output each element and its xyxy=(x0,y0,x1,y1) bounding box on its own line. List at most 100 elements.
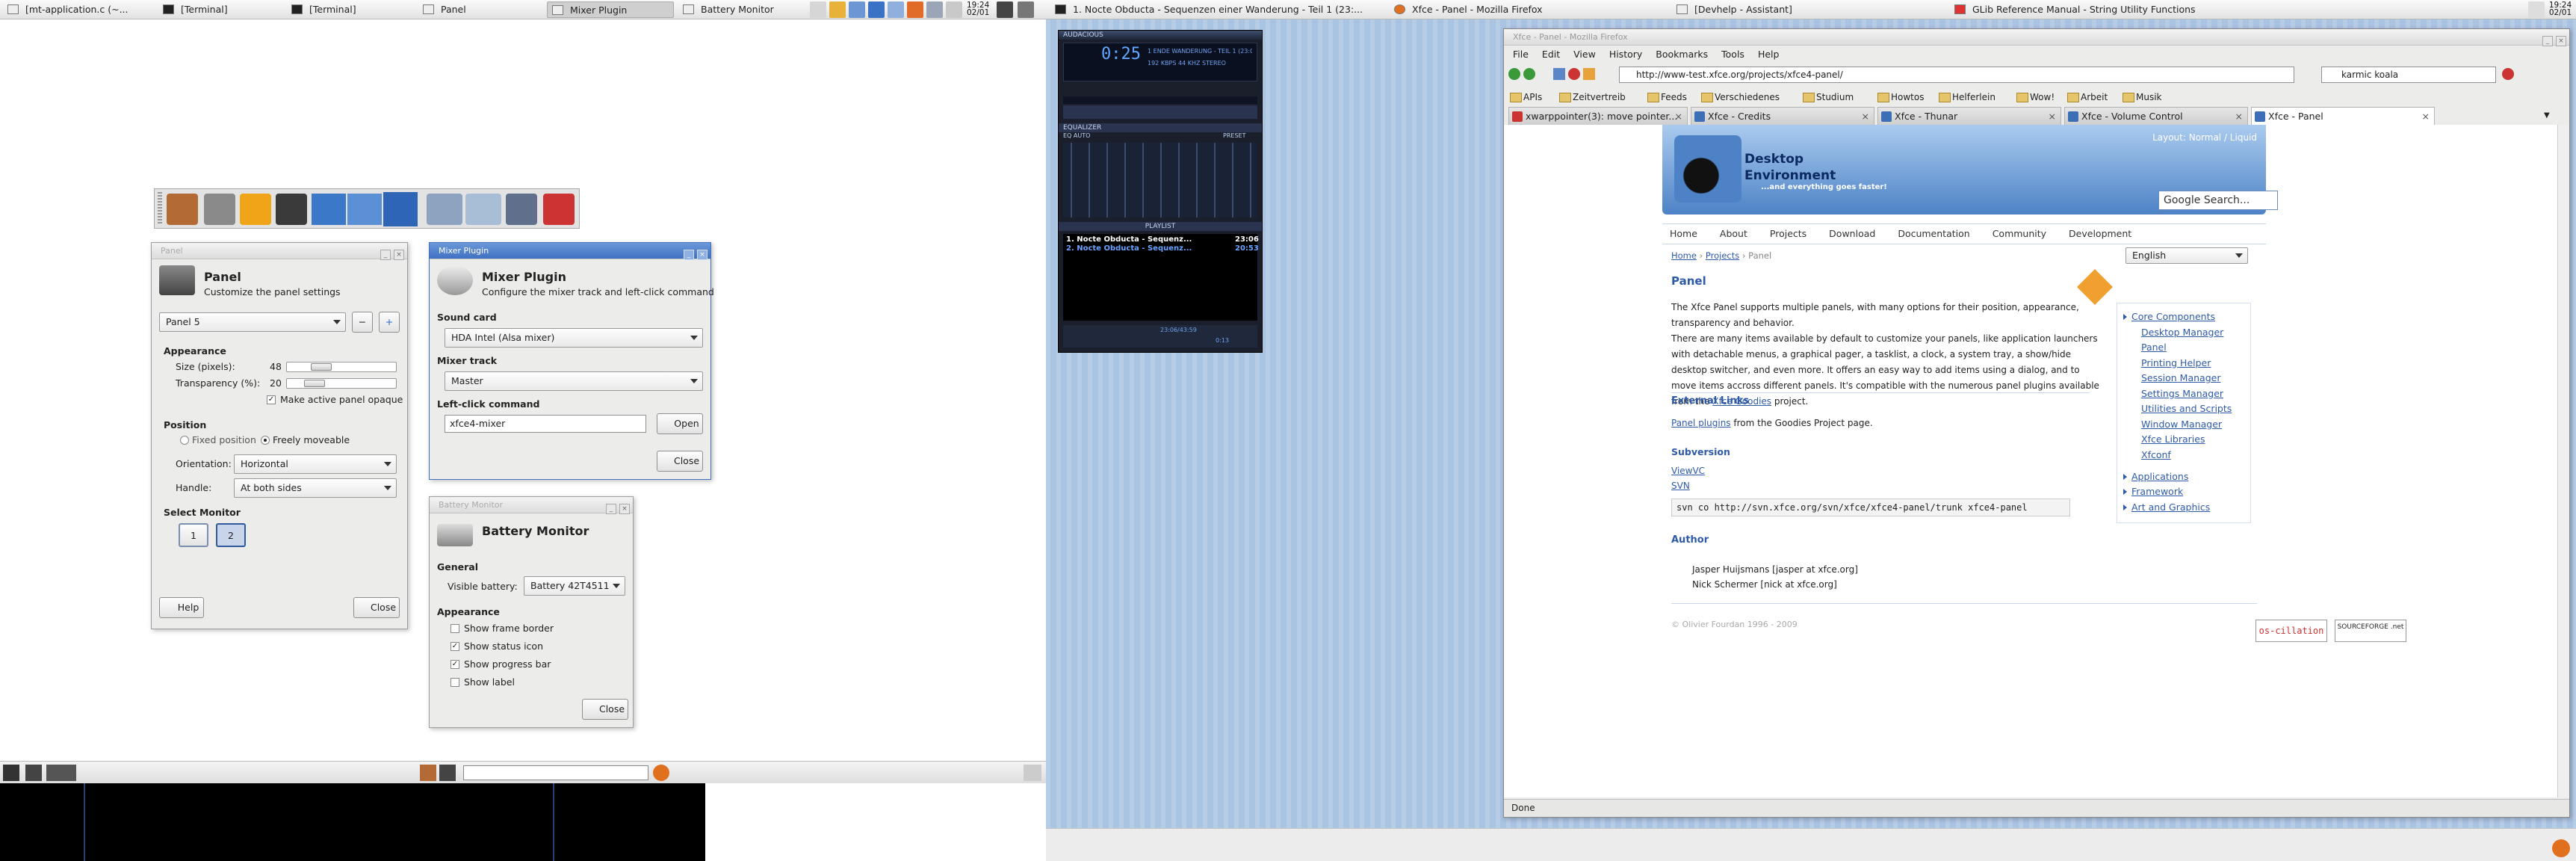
clock[interactable]: 19:24 02/01 xyxy=(2548,1,2573,17)
playlist[interactable]: 1. Nocte Obducta - Sequenz... 2. Nocte O… xyxy=(1063,234,1232,321)
task-panel[interactable]: Panel xyxy=(418,1,538,18)
tab-close-icon[interactable]: × xyxy=(1675,108,1682,125)
tab-list-icon[interactable]: ▼ xyxy=(2544,111,2550,120)
reload-icon[interactable] xyxy=(1553,68,1565,80)
tray-workspace-icon[interactable] xyxy=(868,1,885,18)
panel-select[interactable]: Panel 5 xyxy=(159,312,346,332)
tab-close-icon[interactable]: × xyxy=(1862,108,1869,125)
breadcrumb-home[interactable]: Home xyxy=(1671,250,1697,261)
network-icon[interactable] xyxy=(204,194,235,225)
menu-history[interactable]: History xyxy=(1609,49,1642,60)
add-panel-button[interactable]: + xyxy=(379,312,400,333)
back-icon[interactable] xyxy=(1508,68,1520,80)
firefox-icon[interactable] xyxy=(2552,839,2570,857)
close-icon[interactable]: × xyxy=(697,250,708,260)
sourceforge-badge[interactable]: SOURCEFORGE .net xyxy=(2335,620,2406,642)
nav-documentation[interactable]: Documentation xyxy=(1898,228,1969,239)
close-icon[interactable]: × xyxy=(619,504,630,514)
tray-tools-icon[interactable] xyxy=(907,1,923,18)
show-frame-border-checkbox[interactable] xyxy=(451,624,459,633)
audacious-controls[interactable] xyxy=(1063,105,1257,119)
tray-monitor-icon[interactable] xyxy=(997,1,1013,18)
sidebar-utilities[interactable]: Utilities and Scripts xyxy=(2141,403,2243,414)
eq-presets-button[interactable]: PRESET xyxy=(1223,132,1245,139)
sidebar-applications[interactable]: Applications xyxy=(2123,471,2243,482)
bookmark-howtos[interactable]: Howtos xyxy=(1876,89,1924,105)
minimize-icon[interactable]: _ xyxy=(684,250,694,260)
panel-close-button[interactable]: Close xyxy=(353,597,400,618)
sidebar-desktop-manager[interactable]: Desktop Manager xyxy=(2141,327,2243,338)
sidebar-settings-manager[interactable]: Settings Manager xyxy=(2141,388,2243,399)
menu-edit[interactable]: Edit xyxy=(1542,49,1560,60)
eq-toggles[interactable]: EQ AUTO xyxy=(1063,132,1090,139)
launcher-icon[interactable] xyxy=(167,194,198,225)
task-terminal-2[interactable]: [Terminal] xyxy=(287,1,399,18)
task-glib[interactable]: GLib Reference Manual - String Utility F… xyxy=(1950,1,2294,18)
home-icon[interactable] xyxy=(1583,68,1595,80)
wifi-icon[interactable] xyxy=(465,194,501,225)
handle-select[interactable]: At both sides xyxy=(234,478,397,498)
nav-development[interactable]: Development xyxy=(2069,228,2131,239)
sidebar-session-manager[interactable]: Session Manager xyxy=(2141,372,2243,383)
bookmark-studium[interactable]: Studium xyxy=(1801,89,1854,105)
playlist-row-2[interactable]: 2. Nocte Obducta - Sequenz... xyxy=(1066,244,1192,253)
close-icon[interactable]: × xyxy=(2556,36,2566,46)
pager-icon[interactable] xyxy=(312,194,346,225)
minimize-icon[interactable]: _ xyxy=(380,250,391,260)
tab-volume[interactable]: Xfce - Volume Control × xyxy=(2064,107,2248,125)
stop-icon[interactable] xyxy=(1568,68,1580,80)
nav-home[interactable]: Home xyxy=(1670,228,1697,239)
hide-icon[interactable] xyxy=(25,765,42,781)
fixed-position-radio[interactable] xyxy=(180,436,189,445)
google-search-input[interactable]: Google Search... xyxy=(2158,191,2278,210)
layout-switch[interactable]: Layout: Normal / Liquid xyxy=(2152,132,2257,143)
task-battery[interactable]: Battery Monitor xyxy=(678,1,805,18)
tray-pager-icon[interactable] xyxy=(888,1,904,18)
panel-plugins-link[interactable]: Panel plugins xyxy=(1671,418,1731,428)
firefox-icon[interactable] xyxy=(653,765,669,781)
svn-link[interactable]: SVN xyxy=(1671,481,1690,491)
tab-xwarppointer[interactable]: xwarppointer(3): move pointer... × xyxy=(1508,107,1688,125)
forward-icon[interactable] xyxy=(1523,68,1535,80)
nav-community[interactable]: Community xyxy=(1993,228,2046,239)
mixer-window-titlebar[interactable]: Mixer Plugin _ × xyxy=(430,243,710,260)
playlist-titlebar[interactable]: PLAYLIST xyxy=(1059,222,1262,231)
monitor-2-button[interactable]: 2 xyxy=(216,523,246,547)
tray-network-icon[interactable] xyxy=(810,1,826,18)
monitor-1-button[interactable]: 1 xyxy=(179,523,208,547)
battery-window-titlebar[interactable]: Battery Monitor _ × xyxy=(430,497,633,514)
language-select[interactable]: English xyxy=(2125,247,2248,264)
sidebar-printing-helper[interactable]: Printing Helper xyxy=(2141,357,2243,368)
clock[interactable]: 19:24 02/01 xyxy=(967,1,989,17)
minimize-icon[interactable]: _ xyxy=(606,504,616,514)
minimize-icon[interactable]: _ xyxy=(2542,36,2553,46)
bookmark-musik[interactable]: Musik xyxy=(2121,89,2162,105)
tray-windows-icon[interactable] xyxy=(1018,1,1034,18)
panel-window-titlebar[interactable]: Panel _ × xyxy=(152,243,407,260)
sidebar-xfconf[interactable]: Xfconf xyxy=(2141,449,2243,460)
transparency-slider-handle[interactable] xyxy=(304,380,325,387)
tray-battery-icon[interactable] xyxy=(946,1,962,18)
show-progress-bar-checkbox[interactable]: ✓ xyxy=(451,660,459,669)
bookmark-feeds[interactable]: Feeds xyxy=(1646,89,1687,105)
menu-tools[interactable]: Tools xyxy=(1721,49,1744,60)
battery-monitor-icon[interactable] xyxy=(506,194,537,225)
open-button[interactable]: Open xyxy=(657,413,703,434)
nav-about[interactable]: About xyxy=(1720,228,1747,239)
sidebar-art[interactable]: Art and Graphics xyxy=(2123,502,2243,513)
task-editor[interactable]: [mt-application.c (~... xyxy=(3,1,149,18)
firefox-icon[interactable] xyxy=(383,192,418,226)
mixer-icon[interactable] xyxy=(427,194,462,225)
mixer-track-select[interactable]: Master xyxy=(445,371,703,391)
equalizer-sliders[interactable] xyxy=(1063,143,1257,217)
playlist-row-1[interactable]: 1. Nocte Obducta - Sequenz... xyxy=(1066,235,1192,244)
panel-search-input[interactable] xyxy=(463,765,648,780)
close-icon[interactable]: × xyxy=(394,250,404,260)
bookmark-apis[interactable]: APIs xyxy=(1508,89,1542,105)
sidebar-panel[interactable]: Panel xyxy=(2141,342,2243,353)
adblock-icon[interactable] xyxy=(2502,68,2514,80)
show-label-checkbox[interactable] xyxy=(451,678,459,687)
show-status-icon-checkbox[interactable]: ✓ xyxy=(451,642,459,651)
task-devhelp[interactable]: [Devhelp - Assistant] xyxy=(1672,1,1941,18)
tab-panel[interactable]: Xfce - Panel × xyxy=(2251,107,2435,125)
